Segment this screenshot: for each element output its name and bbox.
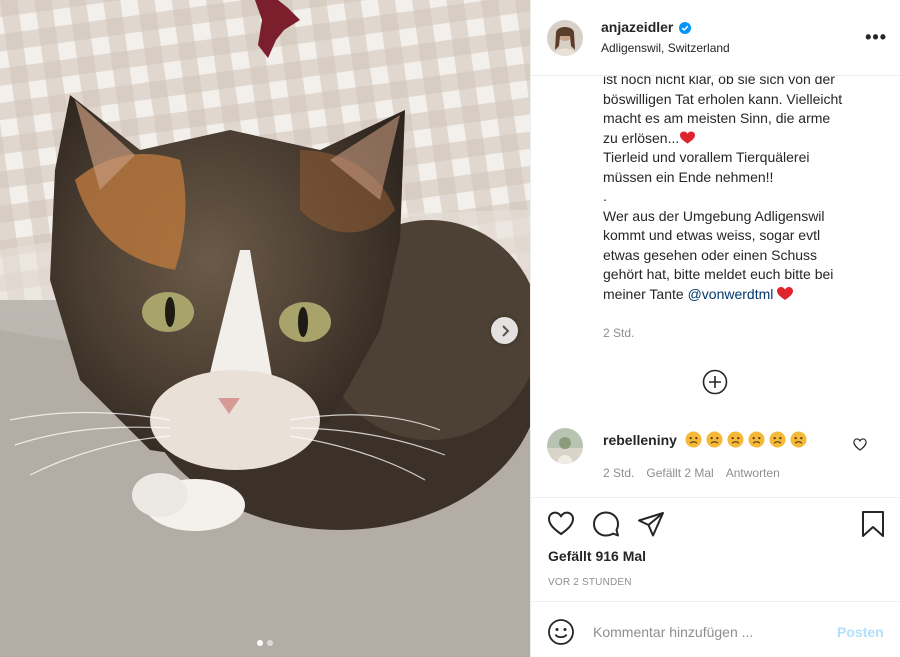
caption-line: Wer aus der Umgebung Adligenswil	[603, 207, 825, 224]
header-text: anjazeidler Adligenswil, Switzerland	[601, 19, 730, 56]
instagram-post: anjazeidler Adligenswil, Switzerland •••…	[0, 0, 900, 657]
cat-photo	[0, 0, 530, 657]
post-details-panel: anjazeidler Adligenswil, Switzerland •••…	[530, 0, 900, 657]
caption-line: müssen ein Ende nehmen!!	[603, 168, 774, 185]
sad-face-icon	[706, 431, 723, 448]
emoji-smile-icon[interactable]	[547, 618, 575, 646]
commenter-username[interactable]: rebelleniny	[603, 432, 677, 448]
avatar[interactable]	[547, 19, 583, 56]
carousel-dot-active	[257, 640, 263, 646]
caption-timestamp: 2 Std.	[603, 326, 635, 340]
sad-face-icon	[790, 431, 807, 448]
caption-line: .	[603, 188, 607, 204]
share-paper-plane-icon[interactable]	[637, 510, 665, 538]
load-more-comments-icon[interactable]	[701, 368, 729, 396]
caption: ist noch nicht klar, ob sie sich von der…	[603, 70, 893, 304]
comment-input[interactable]	[593, 620, 823, 644]
carousel-next-button[interactable]	[491, 317, 518, 344]
verified-badge-icon	[679, 22, 692, 34]
comment-timestamp: 2 Std.	[603, 466, 635, 480]
caption-line: zu erlösen...	[603, 129, 893, 149]
caption-line: macht es am meisten Sinn, die arme	[603, 110, 831, 126]
comment-likes-link[interactable]: Gefällt 2 Mal	[646, 466, 713, 480]
caption-line: kommt und etwas weiss, sogar evtl	[603, 227, 821, 243]
sad-face-icon	[748, 431, 765, 448]
more-options-button[interactable]: •••	[865, 27, 887, 48]
sad-face-icon	[769, 431, 786, 448]
like-heart-icon[interactable]	[547, 510, 575, 538]
save-bookmark-icon[interactable]	[859, 510, 887, 538]
carousel-indicator	[0, 640, 530, 646]
caption-line: etwas gesehen oder einen Schuss	[603, 246, 818, 263]
red-heart-icon	[777, 286, 794, 300]
caption-line: Tierleid und vorallem Tierquälerei	[603, 149, 810, 165]
post-header: anjazeidler Adligenswil, Switzerland •••	[531, 0, 900, 76]
post-time-ago: VOR 2 STUNDEN	[548, 577, 632, 588]
username-link[interactable]: anjazeidler	[601, 19, 673, 37]
red-heart-icon	[680, 130, 696, 144]
post-comment-button[interactable]: Posten	[837, 624, 884, 640]
likes-count[interactable]: Gefällt 916 Mal	[548, 548, 646, 564]
divider	[531, 497, 900, 498]
sad-face-icon	[727, 431, 744, 448]
username-row: anjazeidler	[601, 19, 730, 37]
sad-face-icon	[685, 431, 702, 448]
carousel-dot	[267, 640, 273, 646]
comment-like-heart-icon[interactable]	[853, 438, 867, 451]
add-comment-bar: Posten	[531, 602, 900, 657]
action-bar	[547, 510, 887, 540]
mention-link[interactable]: @vonwerdtml	[688, 286, 774, 302]
comment-text	[685, 431, 807, 448]
comment-meta: 2 Std. Gefällt 2 Mal Antworten	[603, 466, 780, 480]
commenter-avatar[interactable]	[547, 428, 583, 464]
caption-text: zu erlösen...	[603, 129, 680, 146]
caption-line: meiner Tante @vonwerdtml	[603, 285, 893, 305]
location-link[interactable]: Adligenswil, Switzerland	[601, 41, 730, 56]
caption-line: böswilligen Tat erholen kann. Vielleicht	[603, 90, 843, 107]
post-media[interactable]	[0, 0, 530, 657]
chevron-right-icon	[501, 324, 509, 337]
caption-line: gehört hat, bitte meldet euch bitte bei	[603, 266, 834, 282]
comment-item: rebelleniny 2 Std. Gefällt 2 Mal Antwort…	[547, 428, 887, 488]
caption-text: meiner Tante	[603, 285, 684, 302]
comment-bubble-icon[interactable]	[592, 510, 620, 538]
reply-button[interactable]: Antworten	[726, 466, 780, 480]
